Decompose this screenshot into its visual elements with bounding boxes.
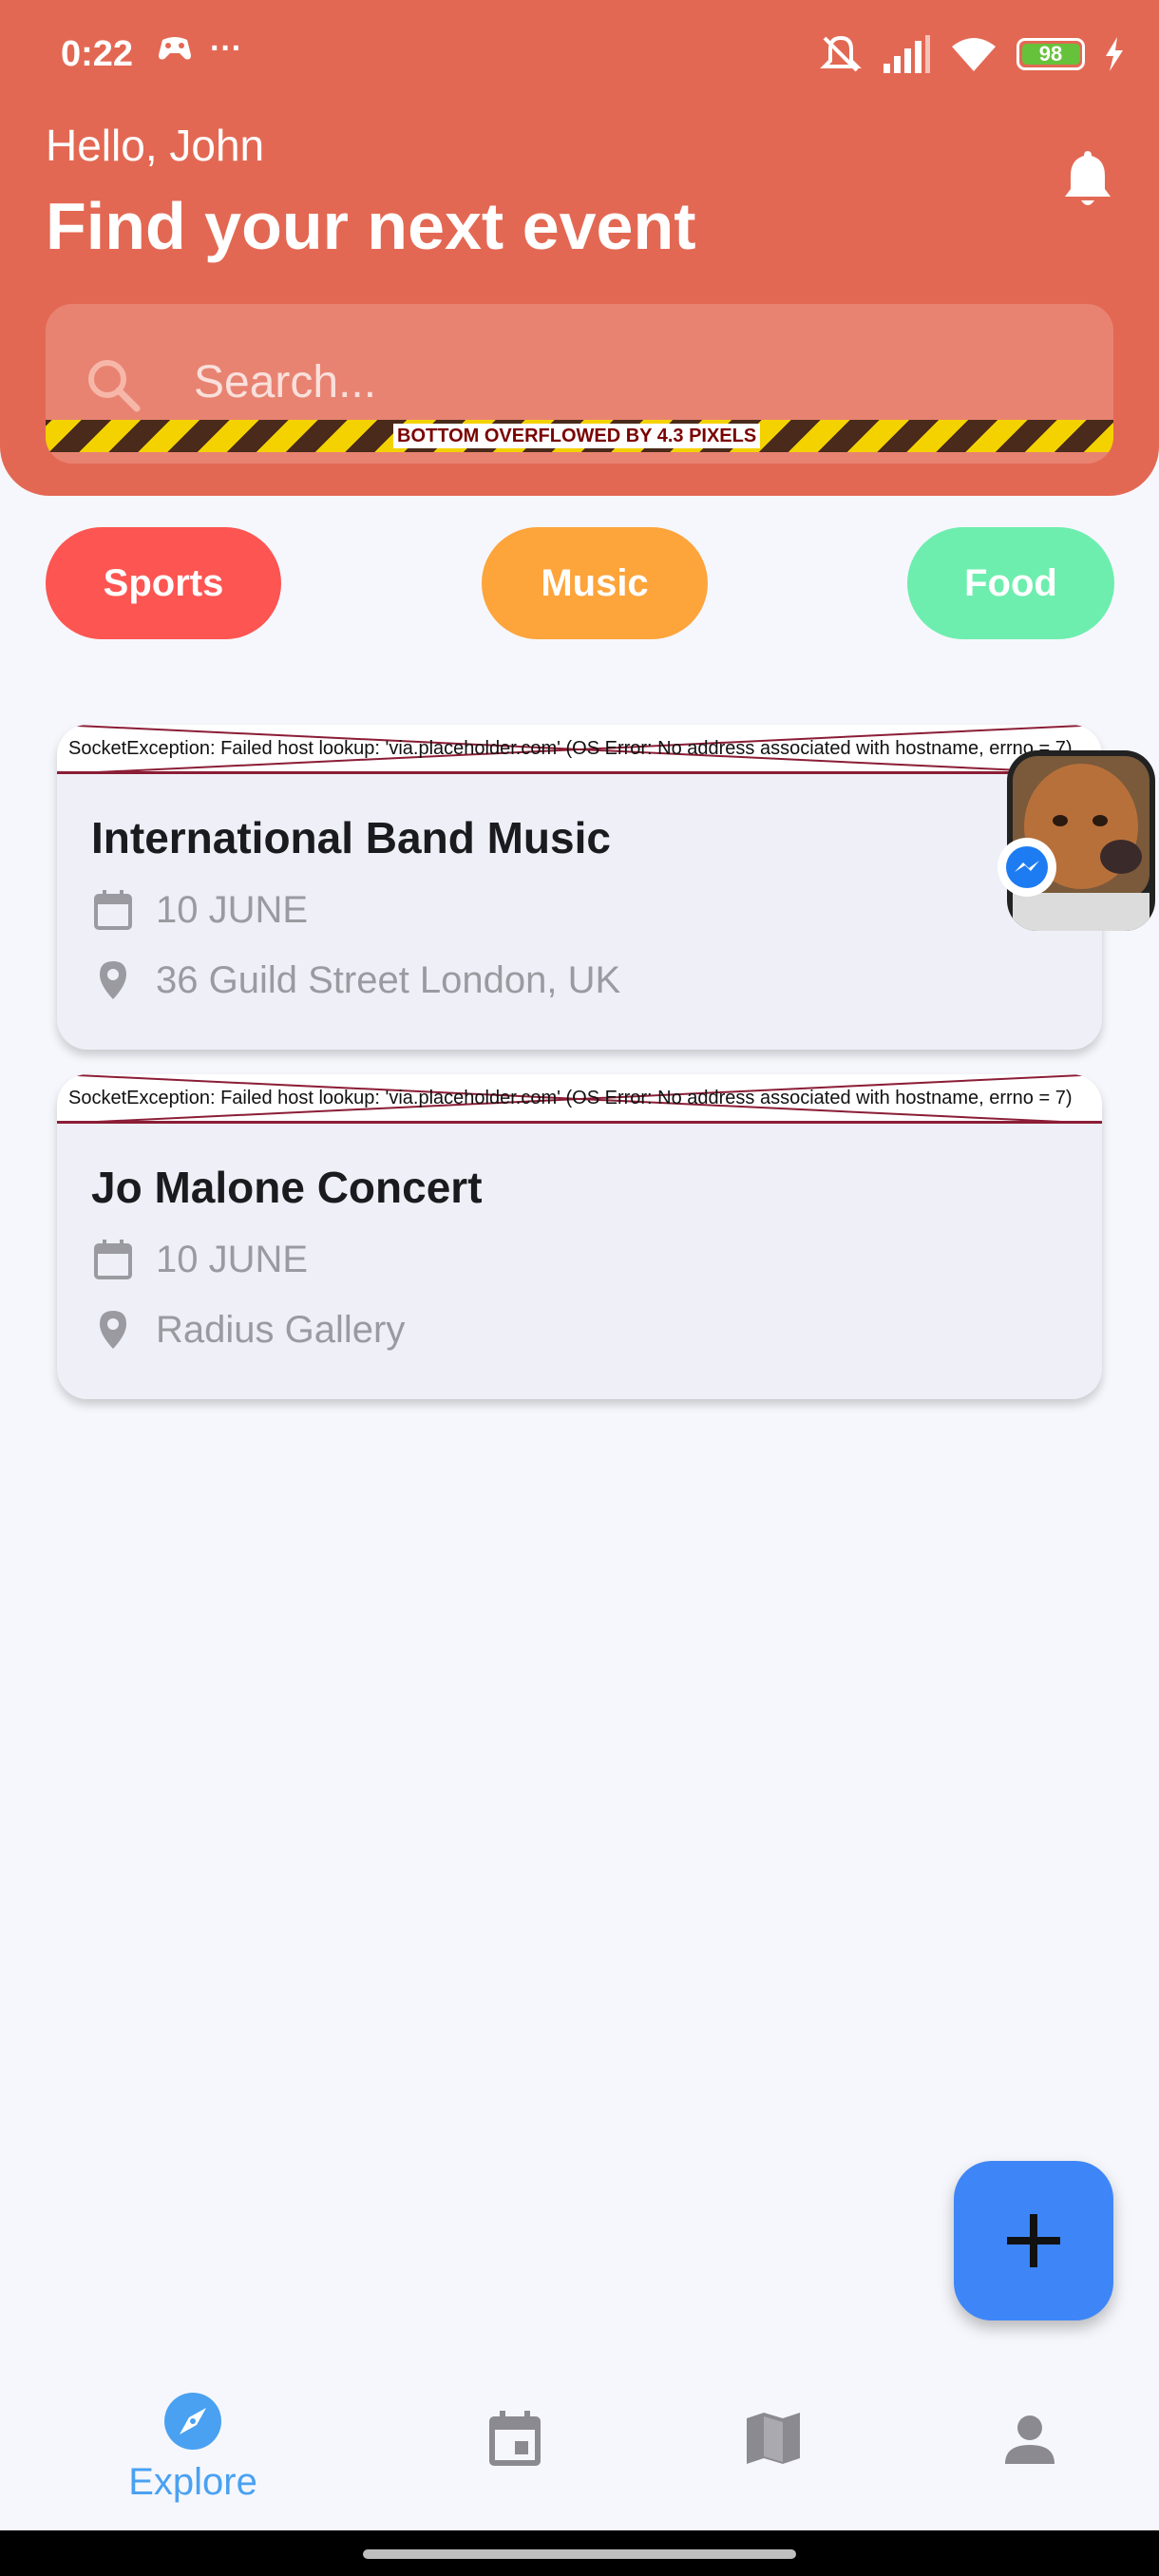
event-location-row: 36 Guild Street London, UK [91,958,620,1002]
greeting: Hello, John [46,121,265,170]
map-icon [747,2413,800,2464]
nav-item-map[interactable] [678,2367,868,2530]
plus-icon [1007,2214,1060,2267]
add-event-button[interactable] [954,2161,1113,2320]
person-icon [1005,2415,1054,2464]
location-pin-icon [100,961,126,999]
charging-icon [1106,37,1123,71]
status-bar: 0:22 ··· 98 [0,0,1159,109]
event-title: Jo Malone Concert [91,1163,483,1212]
overflow-warning-stripe: BOTTOM OVERFLOWED BY 4.3 PIXELS [46,420,1113,452]
overflow-warning-label: BOTTOM OVERFLOWED BY 4.3 PIXELS [393,424,761,448]
page-title: Find your next event [46,189,696,263]
event-card[interactable]: SocketException: Failed host lookup: 'vi… [57,1074,1102,1399]
compass-icon [164,2393,221,2450]
image-error-placeholder: SocketException: Failed host lookup: 'vi… [57,725,1102,774]
event-location: Radius Gallery [156,1308,406,1351]
calendar-icon [489,2411,541,2466]
signal-icon [884,35,930,73]
wifi-icon [952,38,996,71]
image-error-text: SocketException: Failed host lookup: 'vi… [68,1088,1073,1108]
battery-indicator: 98 [1016,38,1085,70]
header: 0:22 ··· 98 Hello, John Find your next e… [0,0,1159,496]
search-input[interactable] [194,353,1049,410]
nav-item-calendar[interactable] [420,2367,610,2530]
status-time: 0:22 [61,34,134,74]
image-error-text: SocketException: Failed host lookup: 'vi… [68,738,1073,759]
event-card[interactable]: SocketException: Failed host lookup: 'vi… [57,725,1102,1050]
event-date: 10 JUNE [156,888,309,931]
calendar-icon [94,1240,132,1279]
calendar-icon [94,890,132,930]
image-error-placeholder: SocketException: Failed host lookup: 'vi… [57,1074,1102,1124]
more-dots: ··· [210,30,242,66]
event-location: 36 Guild Street London, UK [156,958,621,1001]
event-date-row: 10 JUNE [91,1238,308,1281]
home-gesture-bar[interactable] [363,2549,796,2559]
search-box[interactable]: BOTTOM OVERFLOWED BY 4.3 PIXELS [46,304,1113,464]
location-pin-icon [100,1311,126,1349]
search-icon [88,360,141,412]
event-location-row: Radius Gallery [91,1308,405,1352]
event-date: 10 JUNE [156,1238,309,1280]
game-controller-icon [159,37,191,60]
category-chip-music[interactable]: Music [482,527,708,639]
category-chip-sports[interactable]: Sports [46,527,281,639]
nav-label-explore: Explore [128,2461,257,2503]
system-gesture-area [0,2530,1159,2576]
event-date-row: 10 JUNE [91,888,308,932]
notification-bell-icon[interactable] [1059,147,1116,210]
nav-item-profile[interactable] [935,2367,1125,2530]
mute-icon [820,35,862,72]
nav-item-explore[interactable]: Explore [98,2367,288,2530]
bottom-navigation: Explore [0,2367,1159,2530]
event-title: International Band Music [91,813,611,862]
messenger-badge-icon [998,838,1056,897]
category-chip-food[interactable]: Food [907,527,1114,639]
